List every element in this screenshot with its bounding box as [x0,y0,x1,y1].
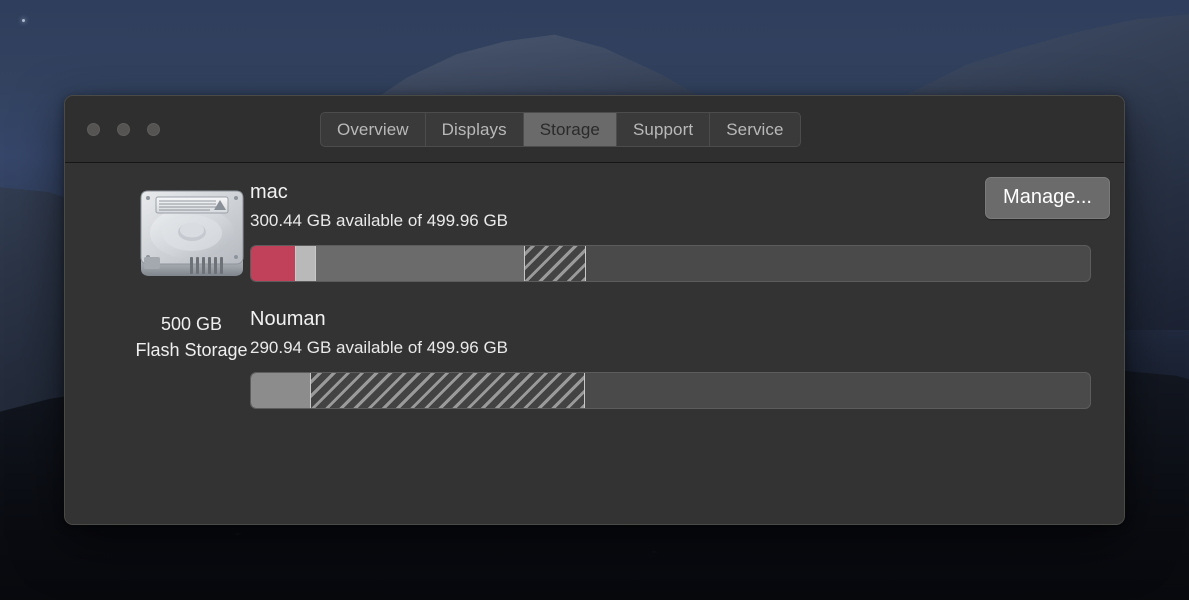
tab-storage[interactable]: Storage [523,113,617,146]
tab-bar[interactable]: Overview Displays Storage Support Service [320,112,801,147]
storage-segment-free [585,373,1090,408]
storage-bar [250,245,1091,282]
drive-capacity-size: 500 GB [160,314,223,334]
storage-segment-purgeable [311,373,585,408]
desktop-wallpaper: Overview Displays Storage Support Service [0,0,1189,600]
drive-capacity-caption: 500 GB Flash Storage [135,311,247,363]
tab-overview[interactable]: Overview [321,113,426,146]
storage-segment-documents [315,246,525,281]
traffic-light-controls[interactable] [87,122,160,136]
storage-bar [250,372,1091,409]
volume-row: mac 300.44 GB available of 499.96 GB [250,179,1098,282]
volumes-list: mac 300.44 GB available of 499.96 GB Nouma… [250,179,1098,433]
star-decoration [22,19,25,22]
manage-button[interactable]: Manage... [985,177,1110,219]
zoom-button[interactable] [147,122,160,136]
tab-support[interactable]: Support [617,113,711,146]
minimize-button[interactable] [117,122,130,136]
tab-displays[interactable]: Displays [426,113,524,146]
storage-segment-system [251,246,297,281]
volume-name: mac [250,181,288,203]
volume-availability: 300.44 GB available of 499.96 GB [250,211,509,230]
hard-drive-icon [140,190,243,276]
storage-segment-purgeable [524,246,586,281]
volume-row: Nouman 290.94 GB available of 499.96 GB [250,306,1098,409]
drive-capacity-type: Flash Storage [135,340,248,360]
storage-segment-used [251,373,312,408]
window-titlebar: Overview Displays Storage Support Service [65,96,1124,163]
tab-service[interactable]: Service [710,113,799,146]
close-button[interactable] [87,122,100,136]
storage-segment-free [586,246,1090,281]
volume-availability: 290.94 GB available of 499.96 GB [250,338,509,357]
volume-name: Nouman [250,308,326,330]
storage-segment-other [296,246,316,281]
storage-content-pane: 500 GB Flash Storage mac 300.44 GB availa… [65,163,1124,524]
about-this-mac-window: Overview Displays Storage Support Service [64,95,1125,525]
